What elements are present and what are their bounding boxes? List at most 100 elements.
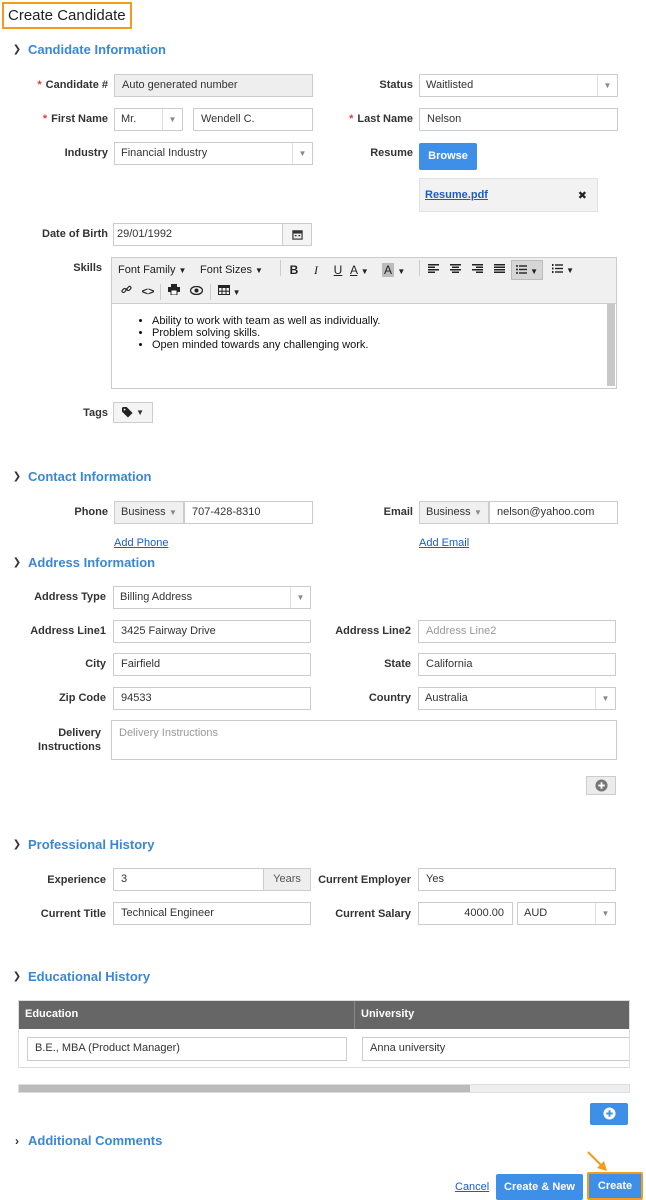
skill-item: Open minded towards any challenging work… [152, 339, 602, 351]
delivery-instructions-textarea[interactable]: Delivery Instructions [111, 720, 617, 760]
currency-select[interactable]: AUD ▼ [517, 902, 616, 925]
section-professional-history[interactable]: ❯ Professional History [12, 837, 155, 852]
candidate-number-field: Auto generated number [114, 74, 313, 97]
calendar-icon[interactable] [282, 223, 312, 246]
font-size-select[interactable]: Font Sizes ▼ [200, 260, 278, 280]
skill-item: Problem solving skills. [152, 327, 602, 339]
address-type-select[interactable]: Billing Address ▼ [113, 586, 311, 609]
bullet-list-icon[interactable]: ▼ [511, 260, 543, 280]
align-justify-icon[interactable] [489, 260, 509, 280]
email-type-value: Business [426, 506, 471, 518]
country-label: Country [368, 692, 411, 704]
zip-code-input[interactable]: 94533 [113, 687, 311, 710]
resume-file-link[interactable]: Resume.pdf [425, 189, 488, 201]
industry-select[interactable]: Financial Industry ▼ [114, 142, 313, 165]
email-input[interactable]: nelson@yahoo.com [489, 501, 618, 524]
currency-value: AUD [524, 907, 548, 919]
add-address-button[interactable] [586, 776, 616, 795]
chevron-down-icon: ❯ [12, 839, 22, 850]
status-label: Status [379, 79, 413, 91]
scrollbar-thumb[interactable] [19, 1085, 471, 1092]
salutation-value: Mr. [121, 113, 137, 125]
section-educational-history[interactable]: ❯ Educational History [12, 969, 150, 984]
experience-input[interactable]: 3 [113, 868, 264, 891]
section-contact-information[interactable]: ❯ Contact Information [12, 469, 152, 484]
last-name-input[interactable]: Nelson [419, 108, 618, 131]
print-icon[interactable] [164, 282, 184, 302]
state-input[interactable]: California [418, 653, 616, 676]
font-color-button[interactable]: A ▼ [350, 260, 378, 280]
current-title-label: Current Title [40, 908, 106, 920]
phone-type-select[interactable]: Business ▼ [114, 501, 184, 524]
first-name-input[interactable]: Wendell C. [193, 108, 313, 131]
close-icon[interactable]: ✖ [578, 189, 587, 202]
table-horizontal-scrollbar[interactable] [18, 1084, 630, 1093]
bold-button[interactable]: B [284, 260, 304, 280]
chevron-down-icon: ❯ [12, 44, 22, 55]
email-label: Email [383, 506, 413, 518]
university-column-header: University [355, 1001, 629, 1029]
education-table: Education University B.E., MBA (Product … [18, 1000, 630, 1068]
address-line2-input[interactable]: Address Line2 [418, 620, 616, 643]
required-marker: * [42, 113, 48, 125]
dob-input[interactable]: 29/01/1992 [113, 223, 283, 246]
university-input[interactable]: Anna university [362, 1037, 629, 1061]
skills-label: Skills [73, 262, 102, 274]
current-salary-input[interactable]: 4000.00 [418, 902, 513, 925]
required-marker: * [349, 113, 354, 125]
city-input[interactable]: Fairfield [113, 653, 311, 676]
align-left-icon[interactable] [423, 260, 443, 280]
section-title: Educational History [28, 969, 151, 984]
align-right-icon[interactable] [467, 260, 487, 280]
email-type-select[interactable]: Business ▼ [419, 501, 489, 524]
chevron-down-icon: ▼ [474, 508, 482, 517]
section-candidate-information[interactable]: ❯ Candidate Information [12, 42, 166, 57]
skills-editor[interactable]: Font Family ▼ Font Sizes ▼ B I U A ▼ A ▼… [111, 257, 617, 389]
current-employer-input[interactable]: Yes [418, 868, 616, 891]
editor-scrollbar[interactable] [607, 304, 615, 386]
experience-label: Experience [47, 874, 106, 886]
address-type-label: Address Type [34, 591, 106, 603]
dob-label: Date of Birth [42, 228, 108, 240]
education-input[interactable]: B.E., MBA (Product Manager) [27, 1037, 347, 1061]
add-email-link[interactable]: Add Email [419, 537, 469, 549]
section-title: Additional Comments [28, 1133, 163, 1148]
add-phone-link[interactable]: Add Phone [114, 537, 168, 549]
add-education-button[interactable] [590, 1103, 628, 1125]
italic-button[interactable]: I [306, 260, 326, 280]
section-address-information[interactable]: ❯ Address Information [12, 555, 155, 570]
link-icon[interactable] [116, 282, 136, 302]
current-title-input[interactable]: Technical Engineer [113, 902, 311, 925]
numbered-list-icon[interactable]: ▼ [547, 260, 579, 280]
plus-circle-icon [594, 779, 608, 792]
tags-label: Tags [83, 407, 108, 419]
underline-button[interactable]: U [328, 260, 348, 280]
skills-list[interactable]: Ability to work with team as well as ind… [152, 315, 602, 351]
preview-icon[interactable] [186, 282, 206, 302]
font-family-select[interactable]: Font Family ▼ [118, 260, 198, 280]
tag-icon [122, 407, 133, 418]
tags-dropdown-button[interactable]: ▼ [113, 402, 153, 423]
chevron-right-icon: › [15, 1133, 19, 1148]
browse-button[interactable]: Browse [419, 143, 477, 170]
create-and-new-button[interactable]: Create & New [496, 1174, 583, 1200]
align-center-icon[interactable] [445, 260, 465, 280]
industry-label: Industry [64, 147, 108, 159]
cancel-link[interactable]: Cancel [455, 1181, 489, 1193]
salutation-select[interactable]: Mr. ▼ [114, 108, 183, 131]
address-line1-input[interactable]: 3425 Fairway Drive [113, 620, 311, 643]
experience-unit: Years [263, 868, 311, 891]
annotation-arrow-icon [587, 1151, 607, 1171]
phone-input[interactable]: 707-428-8310 [184, 501, 313, 524]
chevron-down-icon: ▼ [136, 408, 144, 417]
create-button[interactable]: Create [587, 1172, 643, 1200]
phone-type-value: Business [121, 506, 166, 518]
table-icon[interactable]: ▼ [212, 282, 246, 302]
industry-value: Financial Industry [121, 147, 208, 159]
background-color-button[interactable]: A ▼ [382, 260, 416, 280]
section-additional-comments[interactable]: › Additional Comments [12, 1133, 162, 1148]
code-icon[interactable]: <> [138, 282, 158, 302]
status-select[interactable]: Waitlisted ▼ [419, 74, 618, 97]
chevron-down-icon: ▼ [292, 143, 312, 164]
country-select[interactable]: Australia ▼ [418, 687, 616, 710]
